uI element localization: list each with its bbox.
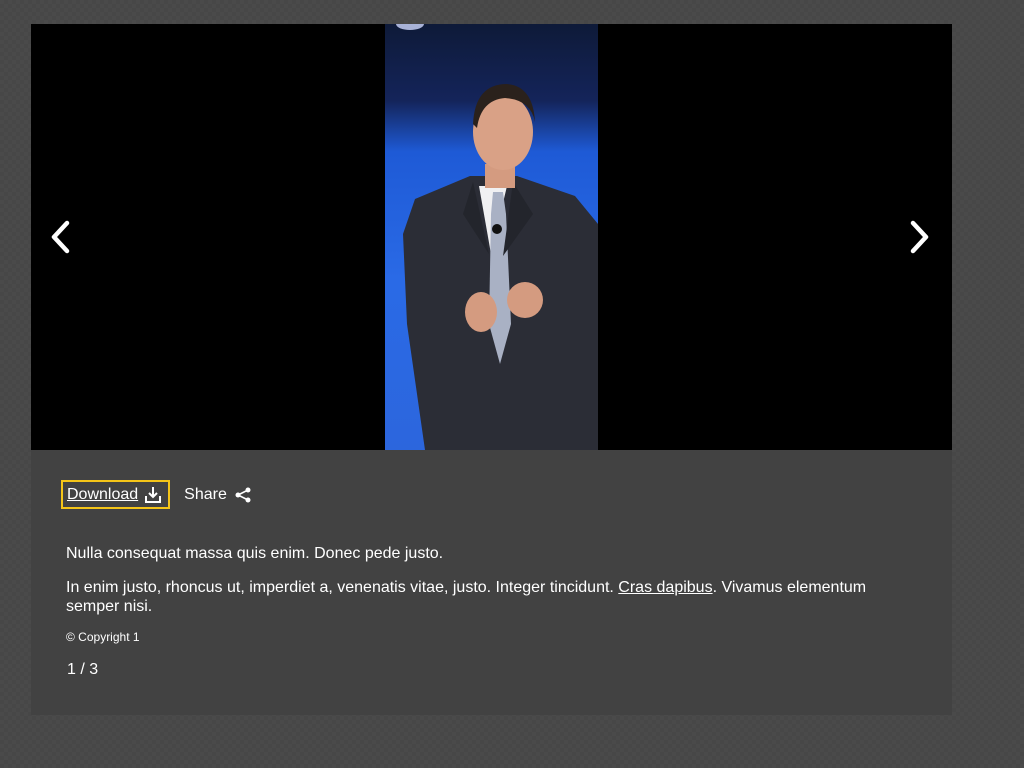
next-button[interactable] [905,220,935,254]
share-label: Share [184,485,227,503]
chevron-left-icon [51,220,70,254]
download-button[interactable]: Download [61,480,171,509]
caption-link[interactable]: Cras dapibus [618,579,712,596]
copyright-text: © Copyright 1 [66,630,140,644]
slide-counter: 1 / 3 [67,661,99,678]
action-bar: Download Share [61,480,251,509]
caption-text-before-link: In enim justo, rhoncus ut, imperdiet a, … [66,579,619,596]
caption-line-2: In enim justo, rhoncus ut, imperdiet a, … [66,578,906,616]
chevron-right-icon [910,220,929,254]
gallery-photo [385,24,598,450]
share-button[interactable]: Share [184,486,251,504]
download-label: Download [67,485,139,503]
previous-button[interactable] [45,220,75,254]
share-icon [235,487,251,502]
download-icon [145,486,162,503]
caption-line-1: Nulla consequat massa quis enim. Donec p… [66,545,444,562]
image-stage [31,24,952,450]
lightbox: Download Share Nulla consequat massa qui… [31,24,952,715]
